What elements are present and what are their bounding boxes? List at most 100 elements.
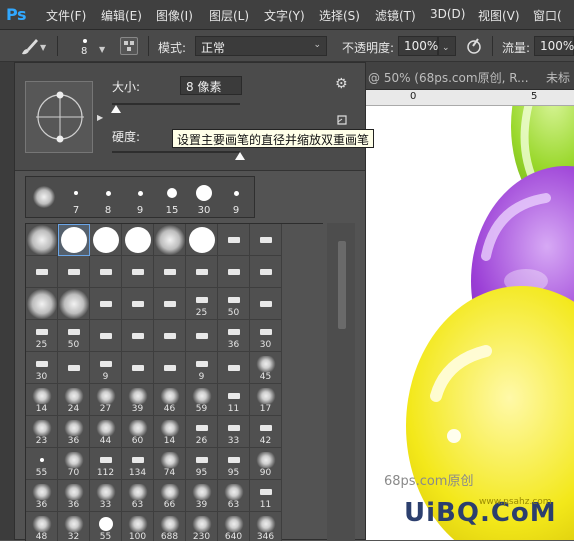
mode-select[interactable]: 正常 ⌄ — [195, 36, 327, 56]
document-tab-active[interactable]: @ 50% (68ps.com原创, R... — [368, 69, 529, 86]
brush-preset-picker[interactable]: 8 ▼ — [70, 33, 106, 60]
brush-preset[interactable] — [218, 224, 250, 256]
brush-preset[interactable]: 688 — [154, 512, 186, 541]
brush-preset[interactable] — [26, 288, 58, 320]
brush-preset[interactable] — [90, 288, 122, 320]
menu-3d[interactable]: 3D(D) — [430, 7, 465, 21]
brush-preset[interactable]: 60 — [122, 416, 154, 448]
opacity-input[interactable]: 100% — [398, 36, 438, 56]
menu-layer[interactable]: 图层(L) — [209, 7, 249, 24]
recent-brush[interactable]: 15 — [156, 177, 188, 217]
brush-preset[interactable]: 26 — [186, 416, 218, 448]
presets-scrollbar[interactable] — [327, 223, 355, 541]
brush-preset[interactable] — [250, 256, 282, 288]
brush-preset[interactable] — [186, 256, 218, 288]
brush-preset[interactable] — [218, 352, 250, 384]
brush-preset[interactable]: 32 — [58, 512, 90, 541]
document-canvas[interactable]: 68ps.com原创 UiBQ.CoM www.psahz.com — [366, 106, 574, 540]
brush-preset[interactable]: 25 — [26, 320, 58, 352]
brush-preset[interactable]: 30 — [26, 352, 58, 384]
brush-preset[interactable]: 33 — [218, 416, 250, 448]
brush-preset[interactable]: 95 — [218, 448, 250, 480]
brush-preset[interactable]: 50 — [58, 320, 90, 352]
brush-preset[interactable] — [154, 224, 186, 256]
brush-preset[interactable] — [122, 288, 154, 320]
brush-preset[interactable]: 230 — [186, 512, 218, 541]
brush-preset[interactable]: 100 — [122, 512, 154, 541]
opacity-dropdown[interactable]: ⌄ — [438, 36, 456, 56]
brush-panel-toggle-icon[interactable] — [120, 37, 138, 55]
brush-preset[interactable] — [90, 320, 122, 352]
brush-angle-preview[interactable] — [25, 81, 93, 153]
brush-preset[interactable]: 44 — [90, 416, 122, 448]
brush-preset[interactable]: 63 — [218, 480, 250, 512]
brush-preset[interactable]: 39 — [122, 384, 154, 416]
brush-preset[interactable]: 42 — [250, 416, 282, 448]
brush-preset[interactable]: 346 — [250, 512, 282, 541]
brush-preset[interactable] — [90, 256, 122, 288]
brush-preset[interactable] — [122, 224, 154, 256]
brush-preset[interactable]: 9 — [90, 352, 122, 384]
brush-preset[interactable] — [186, 320, 218, 352]
brush-preset[interactable]: 24 — [58, 384, 90, 416]
brush-preset[interactable]: 9 — [186, 352, 218, 384]
size-slider-track[interactable] — [112, 103, 240, 105]
brush-preset[interactable]: 50 — [218, 288, 250, 320]
recent-brush[interactable] — [28, 177, 60, 217]
chevron-down-icon[interactable]: ▼ — [40, 43, 46, 52]
menu-window[interactable]: 窗口( — [533, 7, 562, 24]
brush-preset[interactable] — [218, 256, 250, 288]
brush-preset[interactable] — [154, 256, 186, 288]
brush-preset[interactable]: 14 — [154, 416, 186, 448]
brush-preset[interactable]: 33 — [90, 480, 122, 512]
menu-edit[interactable]: 编辑(E) — [101, 7, 142, 24]
brush-preset[interactable] — [90, 224, 122, 256]
brush-preset[interactable]: 59 — [186, 384, 218, 416]
brush-preset[interactable]: 45 — [250, 352, 282, 384]
brush-preset[interactable] — [58, 352, 90, 384]
hardness-slider-thumb[interactable] — [235, 152, 245, 160]
brush-preset[interactable] — [58, 288, 90, 320]
size-slider-thumb[interactable] — [110, 105, 121, 113]
hardness-slider-track[interactable] — [112, 151, 240, 153]
brush-preset[interactable]: 66 — [154, 480, 186, 512]
brush-preset[interactable]: 55 — [26, 448, 58, 480]
brush-preset[interactable]: 27 — [90, 384, 122, 416]
brush-preset[interactable] — [250, 288, 282, 320]
brush-preset[interactable] — [154, 352, 186, 384]
brush-preset[interactable] — [26, 256, 58, 288]
brush-preset[interactable]: 25 — [186, 288, 218, 320]
menu-filter[interactable]: 滤镜(T) — [375, 7, 416, 24]
brush-preset[interactable]: 46 — [154, 384, 186, 416]
brush-preset[interactable] — [154, 320, 186, 352]
brush-preset[interactable]: 36 — [58, 416, 90, 448]
menu-image[interactable]: 图像(I) — [156, 7, 193, 24]
brush-preset[interactable]: 90 — [250, 448, 282, 480]
document-tab-untitled[interactable]: 未标 — [546, 69, 570, 86]
brush-preset[interactable]: 36 — [218, 320, 250, 352]
brush-preset[interactable] — [26, 224, 58, 256]
brush-preset[interactable]: 63 — [122, 480, 154, 512]
brush-preset[interactable]: 112 — [90, 448, 122, 480]
menu-file[interactable]: 文件(F) — [46, 7, 86, 24]
brush-preset[interactable] — [250, 224, 282, 256]
pressure-opacity-icon[interactable] — [464, 37, 484, 55]
recent-brush[interactable]: 30 — [188, 177, 220, 217]
brush-preset[interactable]: 39 — [186, 480, 218, 512]
brush-preset[interactable]: 55 — [90, 512, 122, 541]
brush-preset[interactable]: 23 — [26, 416, 58, 448]
brush-preset[interactable]: 640 — [218, 512, 250, 541]
brush-preset[interactable] — [122, 256, 154, 288]
brush-preset[interactable]: 95 — [186, 448, 218, 480]
brush-preset[interactable]: 48 — [26, 512, 58, 541]
brush-preset[interactable] — [58, 256, 90, 288]
menu-select[interactable]: 选择(S) — [319, 7, 360, 24]
brush-preset[interactable]: 17 — [250, 384, 282, 416]
brush-preset[interactable] — [58, 224, 90, 256]
brush-preset[interactable] — [154, 288, 186, 320]
size-input[interactable]: 8 像素 — [180, 76, 242, 95]
recent-brush[interactable]: 9 — [124, 177, 156, 217]
brush-preset[interactable]: 11 — [250, 480, 282, 512]
brush-preset[interactable] — [122, 320, 154, 352]
brush-tool-icon[interactable] — [18, 37, 40, 57]
